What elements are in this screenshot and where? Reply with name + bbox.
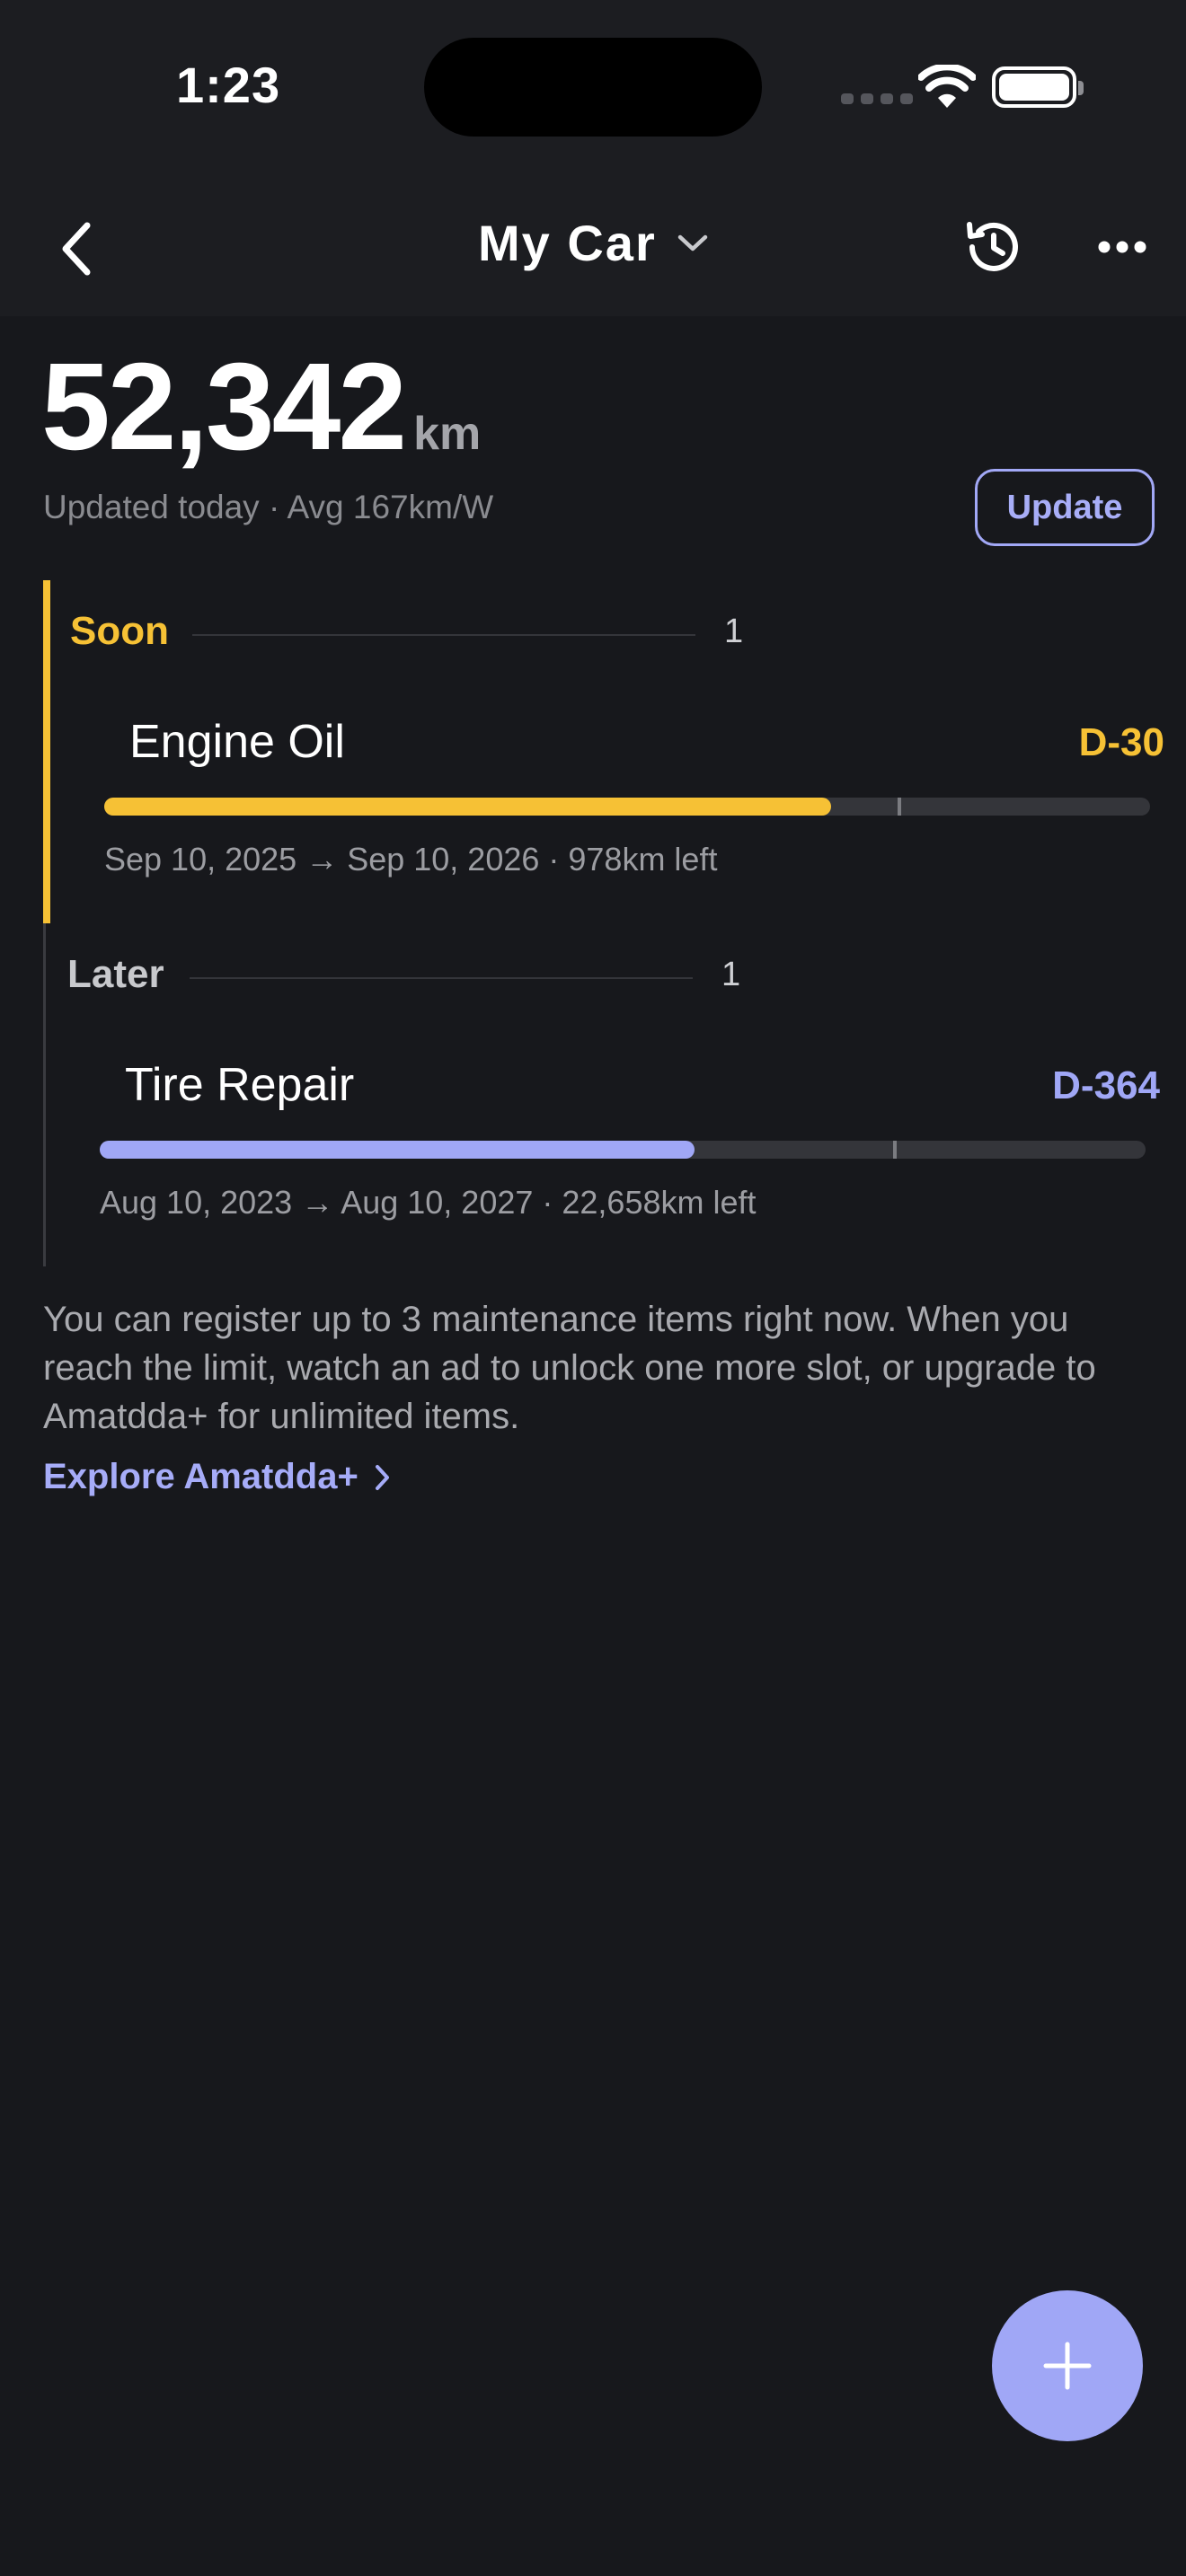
dynamic-island [424,38,762,137]
odometer-value: 52,342 [41,338,407,476]
progress-bar [104,798,1150,816]
status-time: 1:23 [176,57,281,113]
item-dday: D-364 [1052,1063,1160,1107]
status-bar: 1:23 [0,0,1186,171]
item-name: Engine Oil [129,716,345,768]
group-count: 1 [721,956,741,993]
screen: 1:23 My Car 52,342 km Updated today · Av… [0,0,1186,2576]
item-limit-notice: You can register up to 3 maintenance ite… [43,1300,1096,1436]
progress-marker [893,1141,898,1159]
group-soon: Soon 1 Engine Oil D-30 Sep 10, 2025 → Se… [43,580,1164,923]
odometer-meta: Updated today · Avg 167km/W [43,489,494,525]
chevron-left-icon [62,222,91,276]
back-button[interactable] [36,208,117,289]
history-icon [967,222,1018,271]
odometer-unit: km [413,408,482,460]
car-selector[interactable]: My Car [478,214,709,272]
group-count: 1 [724,613,744,650]
nav-bar: My Car [0,171,1186,316]
progress-bar [100,1141,1146,1159]
item-name: Tire Repair [125,1059,355,1111]
progress-marker [898,798,902,816]
progress-fill [104,798,831,816]
battery-icon [992,66,1084,108]
plus-icon [1043,2342,1092,2390]
add-item-button[interactable] [992,2290,1143,2441]
update-mileage-button[interactable]: Update [975,469,1155,546]
explore-amatdda-plus-link[interactable]: Explore Amatdda+ [43,1457,391,1497]
group-divider [192,634,695,636]
odometer: 52,342 km [41,345,481,469]
group-header: Later 1 [67,952,786,997]
more-horizontal-icon [1098,241,1146,253]
wifi-icon [918,65,976,108]
group-divider [190,977,693,979]
chevron-right-icon [375,1464,389,1490]
item-dday: D-30 [1078,720,1164,764]
page-title: My Car [478,215,657,271]
item-meta: Sep 10, 2025 → Sep 10, 2026 · 978km left [104,841,718,878]
more-options-button[interactable] [1082,207,1163,287]
explore-link-label: Explore Amatdda+ [43,1457,358,1496]
group-label: Later [67,952,164,996]
history-button[interactable] [952,207,1033,287]
progress-fill [100,1141,695,1159]
item-meta: Aug 10, 2023 → Aug 10, 2027 · 22,658km l… [100,1184,757,1221]
cellular-signal-icon [841,93,913,104]
group-header: Soon 1 [70,609,789,654]
group-label: Soon [70,609,169,653]
chevron-down-icon [677,234,707,251]
group-later: Later 1 Tire Repair D-364 Aug 10, 2023 →… [43,923,1160,1266]
